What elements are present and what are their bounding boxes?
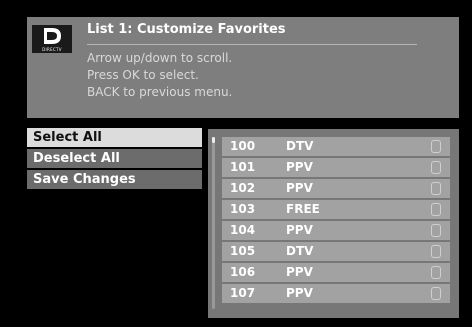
checkbox-icon[interactable] <box>431 203 441 216</box>
channel-number: 103 <box>230 202 256 216</box>
channel-list: 100 DTV 101 PPV 102 PPV 103 FREE 104 PPV… <box>208 129 459 318</box>
channel-type: DTV <box>286 244 314 258</box>
channel-row[interactable]: 106 PPV <box>222 263 450 282</box>
action-menu: Select All Deselect All Save Changes <box>27 128 202 191</box>
page-title: List 1: Customize Favorites <box>87 22 286 37</box>
channel-type: PPV <box>286 181 313 195</box>
instruction-scroll: Arrow up/down to scroll. <box>87 51 233 65</box>
channel-type: FREE <box>286 202 320 216</box>
channel-number: 107 <box>230 286 256 300</box>
checkbox-icon[interactable] <box>431 140 441 153</box>
channel-row[interactable]: 104 PPV <box>222 221 450 240</box>
checkbox-icon[interactable] <box>431 161 441 174</box>
scrollbar-thumb[interactable] <box>212 137 215 143</box>
directv-logo: DIRECTV <box>32 25 72 53</box>
channel-row[interactable]: 105 DTV <box>222 242 450 261</box>
favorites-screen: DIRECTV List 1: Customize Favorites Arro… <box>0 0 472 327</box>
instruction-select: Press OK to select. <box>87 68 199 82</box>
save-changes-button[interactable]: Save Changes <box>27 170 202 189</box>
channel-number: 102 <box>230 181 256 195</box>
list-scrollbar[interactable] <box>212 137 215 309</box>
channel-type: PPV <box>286 160 313 174</box>
channel-type: PPV <box>286 286 313 300</box>
title-divider <box>87 44 417 45</box>
checkbox-icon[interactable] <box>431 287 441 300</box>
directv-logo-icon <box>32 25 72 47</box>
channel-row[interactable]: 107 PPV <box>222 284 450 303</box>
checkbox-icon[interactable] <box>431 182 441 195</box>
select-all-button[interactable]: Select All <box>27 128 202 147</box>
checkbox-icon[interactable] <box>431 224 441 237</box>
channel-number: 106 <box>230 265 256 279</box>
channel-number: 105 <box>230 244 256 258</box>
checkbox-icon[interactable] <box>431 245 441 258</box>
channel-number: 100 <box>230 139 256 153</box>
channel-row[interactable]: 101 PPV <box>222 158 450 177</box>
logo-wordmark: DIRECTV <box>42 47 62 52</box>
channel-row[interactable]: 100 DTV <box>222 137 450 156</box>
channel-type: PPV <box>286 223 313 237</box>
channel-row[interactable]: 102 PPV <box>222 179 450 198</box>
deselect-all-button[interactable]: Deselect All <box>27 149 202 168</box>
channel-number: 101 <box>230 160 256 174</box>
channel-type: PPV <box>286 265 313 279</box>
checkbox-icon[interactable] <box>431 266 441 279</box>
channel-type: DTV <box>286 139 314 153</box>
header-panel: DIRECTV List 1: Customize Favorites Arro… <box>27 17 459 118</box>
channel-number: 104 <box>230 223 256 237</box>
channel-row[interactable]: 103 FREE <box>222 200 450 219</box>
instruction-back: BACK to previous menu. <box>87 85 233 99</box>
